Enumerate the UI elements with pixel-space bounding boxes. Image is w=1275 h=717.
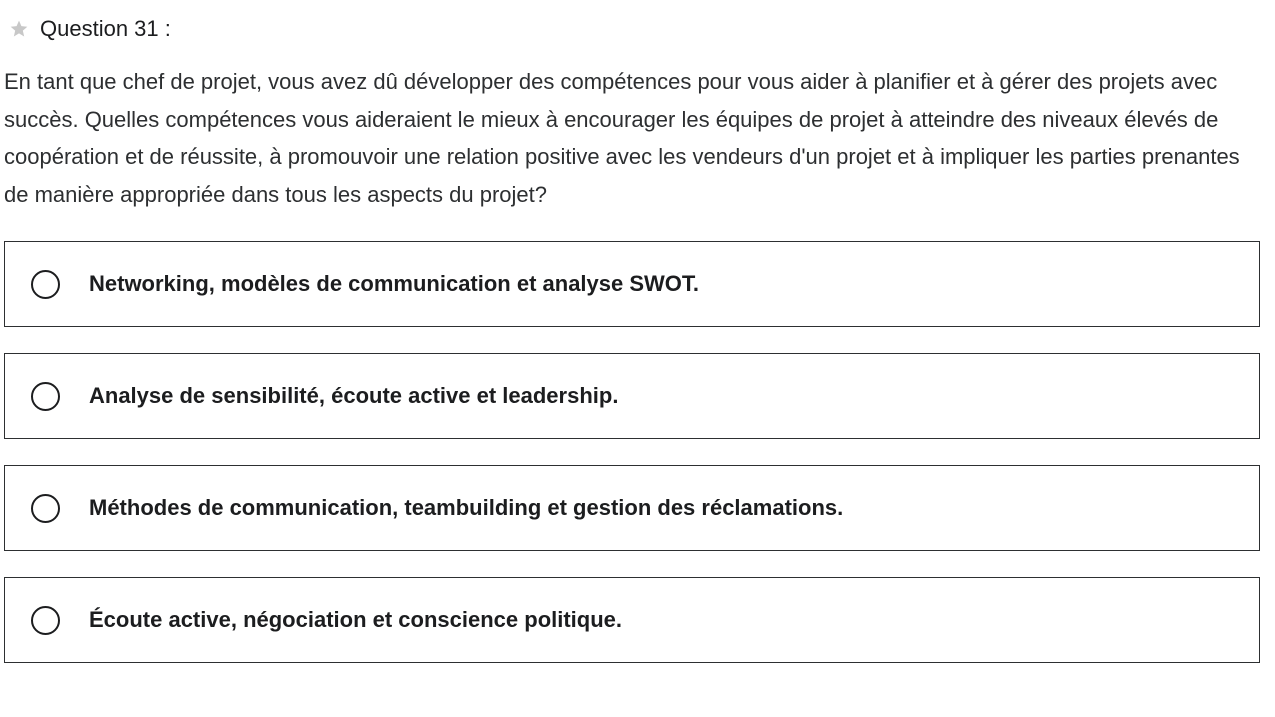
question-label: Question 31 : bbox=[40, 16, 171, 41]
answer-option-2[interactable]: Analyse de sensibilité, écoute active et… bbox=[4, 353, 1260, 439]
star-icon[interactable] bbox=[8, 18, 30, 40]
radio-button[interactable] bbox=[31, 269, 60, 299]
radio-button[interactable] bbox=[31, 381, 60, 411]
question-text: En tant que chef de projet, vous avez dû… bbox=[4, 69, 1240, 207]
answer-option-1[interactable]: Networking, modèles de communication et … bbox=[4, 241, 1260, 327]
answer-label: Analyse de sensibilité, écoute active et… bbox=[89, 383, 619, 408]
answer-label: Méthodes de communication, teambuilding … bbox=[89, 495, 844, 520]
question-header: Question 31 : bbox=[8, 15, 1261, 43]
answer-label: Networking, modèles de communication et … bbox=[89, 271, 700, 296]
radio-button[interactable] bbox=[31, 605, 60, 635]
answer-label: Écoute active, négociation et conscience… bbox=[89, 607, 623, 632]
answer-options: Networking, modèles de communication et … bbox=[4, 241, 1261, 663]
answer-option-4[interactable]: Écoute active, négociation et conscience… bbox=[4, 577, 1260, 663]
radio-button[interactable] bbox=[31, 493, 60, 523]
answer-option-3[interactable]: Méthodes de communication, teambuilding … bbox=[4, 465, 1260, 551]
quiz-page: Question 31 : En tant que chef de projet… bbox=[0, 15, 1275, 717]
